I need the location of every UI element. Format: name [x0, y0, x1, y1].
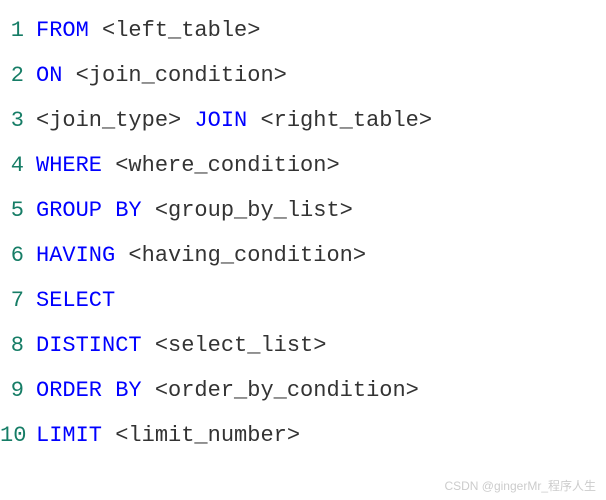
sql-keyword: SELECT [36, 288, 115, 313]
sql-keyword: ORDER [36, 378, 102, 403]
line-number: 2 [0, 63, 36, 88]
sql-placeholder: <select_list> [155, 333, 327, 358]
code-content: ORDER BY <order_by_condition> [36, 378, 419, 403]
sql-keyword: WHERE [36, 153, 102, 178]
whitespace [142, 378, 155, 403]
code-content: DISTINCT <select_list> [36, 333, 326, 358]
sql-keyword: BY [115, 198, 141, 223]
code-block: 1FROM <left_table>2ON <join_condition>3<… [0, 8, 606, 458]
line-number: 5 [0, 198, 36, 223]
line-number: 7 [0, 288, 36, 313]
code-line: 6HAVING <having_condition> [0, 233, 606, 278]
sql-placeholder: <left_table> [102, 18, 260, 43]
whitespace [89, 18, 102, 43]
code-content: <join_type> JOIN <right_table> [36, 108, 432, 133]
whitespace [181, 108, 194, 133]
line-number: 9 [0, 378, 36, 403]
sql-placeholder: <order_by_condition> [155, 378, 419, 403]
sql-keyword: DISTINCT [36, 333, 142, 358]
code-line: 3<join_type> JOIN <right_table> [0, 98, 606, 143]
whitespace [142, 198, 155, 223]
line-number: 1 [0, 18, 36, 43]
sql-keyword: BY [115, 378, 141, 403]
code-line: 4WHERE <where_condition> [0, 143, 606, 188]
code-content: SELECT [36, 288, 115, 313]
code-line: 2ON <join_condition> [0, 53, 606, 98]
sql-keyword: HAVING [36, 243, 115, 268]
whitespace [62, 63, 75, 88]
code-line: 1FROM <left_table> [0, 8, 606, 53]
code-line: 10LIMIT <limit_number> [0, 413, 606, 458]
code-content: WHERE <where_condition> [36, 153, 340, 178]
whitespace [102, 423, 115, 448]
sql-placeholder: <group_by_list> [155, 198, 353, 223]
sql-keyword: GROUP [36, 198, 102, 223]
whitespace [247, 108, 260, 133]
whitespace [102, 378, 115, 403]
code-content: GROUP BY <group_by_list> [36, 198, 353, 223]
line-number: 10 [0, 423, 36, 448]
line-number: 3 [0, 108, 36, 133]
sql-keyword: ON [36, 63, 62, 88]
whitespace [102, 198, 115, 223]
sql-placeholder: <having_condition> [128, 243, 366, 268]
sql-placeholder: <where_condition> [115, 153, 339, 178]
code-line: 5GROUP BY <group_by_list> [0, 188, 606, 233]
sql-keyword: LIMIT [36, 423, 102, 448]
sql-placeholder: <join_condition> [76, 63, 287, 88]
code-content: LIMIT <limit_number> [36, 423, 300, 448]
code-line: 8DISTINCT <select_list> [0, 323, 606, 368]
code-content: ON <join_condition> [36, 63, 287, 88]
whitespace [102, 153, 115, 178]
sql-keyword: JOIN [194, 108, 247, 133]
code-line: 9ORDER BY <order_by_condition> [0, 368, 606, 413]
code-content: FROM <left_table> [36, 18, 260, 43]
code-line: 7SELECT [0, 278, 606, 323]
whitespace [142, 333, 155, 358]
line-number: 6 [0, 243, 36, 268]
whitespace [115, 243, 128, 268]
sql-placeholder: <limit_number> [115, 423, 300, 448]
sql-placeholder: <join_type> [36, 108, 181, 133]
sql-keyword: FROM [36, 18, 89, 43]
line-number: 8 [0, 333, 36, 358]
watermark-text: CSDN @gingerMr_程序人生 [444, 477, 596, 494]
line-number: 4 [0, 153, 36, 178]
sql-placeholder: <right_table> [260, 108, 432, 133]
code-content: HAVING <having_condition> [36, 243, 366, 268]
